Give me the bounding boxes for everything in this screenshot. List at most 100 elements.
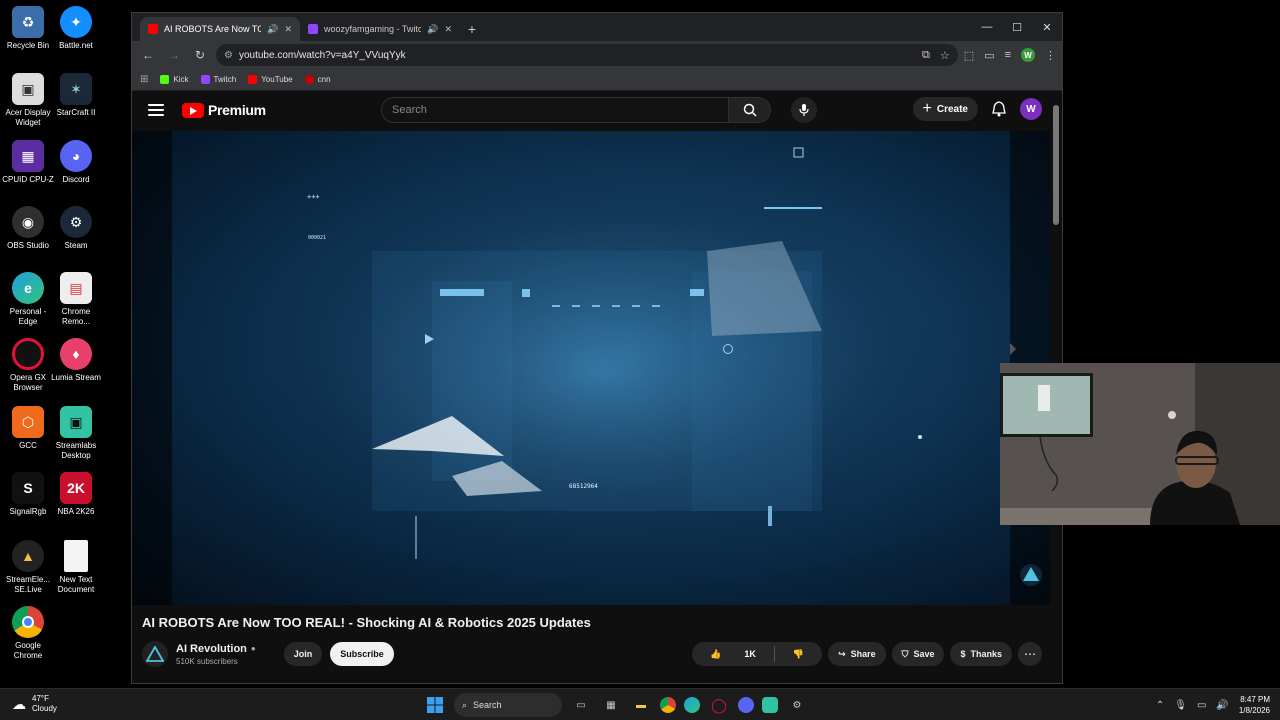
desktop-icon-label: CPUID CPU-Z: [2, 175, 54, 184]
speaker-icon[interactable]: 🔊: [267, 24, 278, 35]
webcam-overlay: [1000, 363, 1280, 525]
desktop-icon-nba2k[interactable]: 2K NBA 2K26: [48, 472, 104, 517]
desktop-icon-label: Opera GX Browser: [9, 373, 46, 392]
desktop-icon-steam[interactable]: ⚙ Steam: [48, 206, 104, 251]
bookmark-kick[interactable]: Kick: [160, 75, 189, 84]
search-button[interactable]: [729, 97, 771, 123]
bookmark-star-icon[interactable]: ☆: [940, 49, 950, 62]
reload-icon[interactable]: ↻: [190, 45, 210, 65]
profile-avatar[interactable]: W: [1021, 48, 1035, 62]
cnn-icon: [304, 75, 314, 84]
channel-name-row[interactable]: AI Revolution ●: [176, 643, 256, 655]
share-icon: ↪: [838, 648, 846, 659]
address-bar[interactable]: ⚙ youtube.com/watch?v=a4Y_VVuqYyk ⧉ ☆: [216, 44, 958, 66]
voice-search-button[interactable]: [791, 97, 817, 123]
share-button[interactable]: ↪ Share: [828, 642, 886, 666]
share-label: Share: [850, 649, 876, 659]
close-window-icon[interactable]: ✕: [1032, 13, 1062, 41]
speaker-icon[interactable]: 🔊: [427, 24, 438, 35]
bookmark-cnn[interactable]: cnn: [304, 75, 331, 84]
tab-youtube[interactable]: AI ROBOTS Are Now TOO R 🔊 ✕: [140, 17, 300, 41]
split-view-icon[interactable]: ▭: [984, 49, 994, 62]
streamelements-icon: ▲: [12, 540, 44, 572]
desktop-icon-label: New Text Document: [57, 575, 95, 594]
weather-widget[interactable]: ☁ 47°F Cloudy: [12, 694, 57, 714]
create-button[interactable]: + Create: [912, 97, 978, 121]
maximize-icon[interactable]: ☐: [1002, 13, 1032, 41]
streamlabs-icon: ▣: [60, 406, 92, 438]
desktop-icon-lumia[interactable]: ♦ Lumia Stream: [48, 338, 104, 383]
scrollbar-thumb[interactable]: [1053, 105, 1059, 225]
desktop-icon-label: Battle.net: [59, 41, 93, 50]
thanks-button[interactable]: $ Thanks: [950, 642, 1012, 666]
install-app-icon[interactable]: ⧉: [922, 49, 930, 62]
dislike-button[interactable]: 👎: [775, 649, 822, 660]
file-explorer-icon[interactable]: ▬: [630, 694, 652, 716]
text-document-icon: [64, 540, 88, 572]
new-tab-button[interactable]: +: [460, 17, 484, 41]
desktop-icon-new-text-document[interactable]: New Text Document: [48, 540, 104, 595]
window-controls: — ☐ ✕: [972, 13, 1062, 41]
clock-time: 8:47 PM: [1240, 695, 1270, 704]
join-button[interactable]: Join: [283, 642, 323, 666]
join-label: Join: [293, 649, 313, 659]
tab-twitch[interactable]: woozyfamgaming - Twitch 🔊 ✕: [300, 17, 460, 41]
windows-start-icon[interactable]: [424, 694, 446, 716]
youtube-logo[interactable]: Premium: [182, 102, 266, 118]
desktop-icon-google-chrome[interactable]: Google Chrome: [0, 606, 56, 661]
apps-grid-icon[interactable]: ⊞: [140, 74, 148, 85]
desktop-icon-label: Chrome Remo...: [61, 307, 91, 326]
desktop-icon-starcraft[interactable]: ✶ StarCraft II: [48, 73, 104, 118]
close-tab-icon[interactable]: ✕: [444, 24, 452, 35]
app-taskbar-icon[interactable]: ⚙: [786, 694, 808, 716]
channel-info: AI Revolution ● 510K subscribers: [176, 643, 256, 666]
edge-icon: e: [12, 272, 44, 304]
streamlabs-taskbar-icon[interactable]: [762, 697, 778, 713]
account-avatar[interactable]: W: [1020, 98, 1042, 120]
hamburger-menu-icon[interactable]: [148, 104, 164, 116]
close-tab-icon[interactable]: ✕: [284, 24, 292, 35]
desktop-icon-chrome-remote[interactable]: ▤ Chrome Remo...: [48, 272, 104, 327]
tray-overflow-icon[interactable]: ⌃: [1156, 700, 1164, 711]
desktop-icon-label: Acer Display Widget: [5, 108, 51, 127]
desktop-icon-streamlabs[interactable]: ▣ Streamlabs Desktop: [48, 406, 104, 461]
bookmark-label: YouTube: [261, 75, 293, 84]
channel-name: AI Revolution: [176, 642, 247, 655]
minimize-icon[interactable]: —: [972, 13, 1002, 41]
opera-gx-taskbar-icon[interactable]: ◯: [708, 694, 730, 716]
task-view-icon[interactable]: ▭: [570, 694, 592, 716]
bookmark-youtube[interactable]: YouTube: [248, 75, 293, 84]
signalrgb-icon: S: [12, 472, 44, 504]
browser-window: AI ROBOTS Are Now TOO R 🔊 ✕ woozyfamgami…: [131, 12, 1063, 684]
clock[interactable]: 8:47 PM 1/8/2026: [1239, 694, 1270, 716]
save-button[interactable]: ⛉ Save: [891, 642, 945, 666]
desktop-icon-discord[interactable]: ◕ Discord: [48, 140, 104, 185]
network-icon[interactable]: ▭: [1197, 700, 1206, 711]
volume-icon[interactable]: 🔊: [1216, 700, 1228, 711]
widgets-icon[interactable]: ▦: [600, 694, 622, 716]
more-actions-icon[interactable]: ⋯: [1018, 642, 1042, 666]
extensions-icon[interactable]: ⬚: [964, 49, 974, 62]
chrome-menu-icon[interactable]: ⋮: [1045, 49, 1056, 62]
search-input[interactable]: Search: [381, 97, 729, 123]
site-info-icon[interactable]: ⚙: [224, 50, 233, 61]
like-button[interactable]: 👍 1K: [692, 649, 774, 660]
discord-taskbar-icon[interactable]: [738, 697, 754, 713]
clock-date: 1/8/2026: [1238, 706, 1270, 715]
subscribe-button[interactable]: Subscribe: [330, 642, 394, 666]
steam-icon: ⚙: [60, 206, 92, 238]
chrome-taskbar-icon[interactable]: [660, 697, 676, 713]
starcraft-icon: ✶: [60, 73, 92, 105]
media-control-icon[interactable]: ≡: [1005, 49, 1011, 61]
weather-condition: Cloudy: [32, 704, 57, 713]
notifications-bell-icon[interactable]: [992, 101, 1006, 117]
edge-taskbar-icon[interactable]: [684, 697, 700, 713]
channel-avatar[interactable]: [142, 641, 168, 667]
desktop-icon-battlenet[interactable]: ✦ Battle.net: [48, 6, 104, 51]
taskbar-search[interactable]: ⌕ Search: [454, 693, 562, 717]
video-player[interactable]: +++ 000021 68512964: [132, 131, 1050, 605]
microphone-tray-icon[interactable]: 🎙: [1174, 700, 1187, 711]
forward-icon[interactable]: →: [164, 45, 184, 65]
back-icon[interactable]: ←: [138, 45, 158, 65]
bookmark-twitch[interactable]: Twitch: [200, 75, 236, 84]
